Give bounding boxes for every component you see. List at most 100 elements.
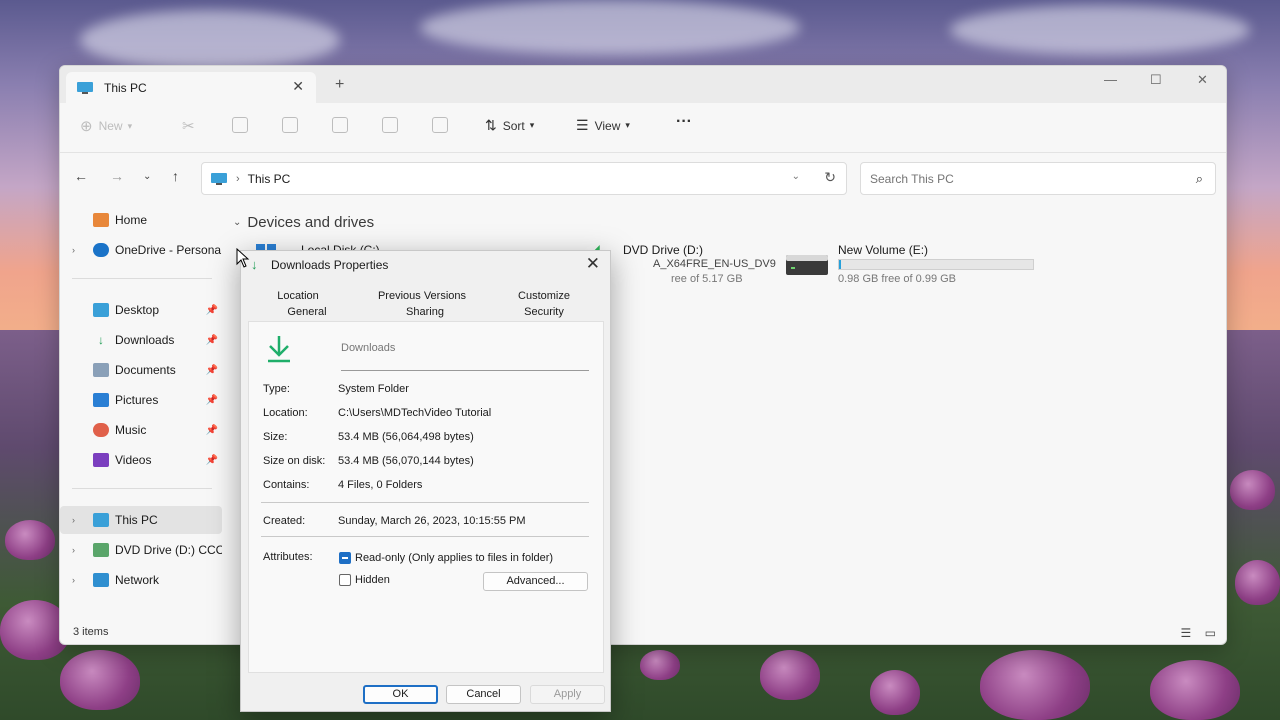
recent-locations-button[interactable]: ⌄ [143, 171, 151, 182]
cancel-button[interactable]: Cancel [446, 685, 521, 704]
sidebar-item-this-pc[interactable]: › This PC [60, 506, 222, 534]
search-box[interactable]: ⌕ [860, 162, 1216, 195]
sidebar-item-label: Downloads [115, 333, 175, 347]
sort-label: Sort [502, 118, 525, 133]
expand-chevron-icon[interactable]: › [72, 515, 75, 525]
sidebar-item-videos[interactable]: Videos 📌 [60, 446, 222, 474]
address-bar[interactable]: › This PC ⌄ ↻ [201, 162, 847, 195]
delete-button[interactable] [432, 117, 454, 133]
minimize-button[interactable]: — [1104, 72, 1117, 87]
collapse-chevron-icon: ⌄ [233, 217, 242, 228]
sidebar-item-desktop[interactable]: Desktop 📌 [60, 296, 222, 324]
folder-name-field[interactable]: Downloads [341, 342, 395, 354]
close-tab-icon[interactable]: ✕ [292, 78, 304, 95]
tab-location[interactable]: Location [239, 290, 357, 302]
sidebar-item-home[interactable]: Home [60, 206, 222, 234]
pin-icon[interactable]: 📌 [206, 305, 218, 316]
maximize-button[interactable]: ☐ [1150, 72, 1162, 88]
sidebar-item-network[interactable]: › Network [60, 566, 222, 594]
sidebar-item-label: DVD Drive (D:) CCC [115, 543, 222, 557]
details-view-icon[interactable]: ☰ [1181, 626, 1192, 640]
tab-this-pc[interactable]: This PC ✕ [66, 72, 316, 103]
sidebar-item-dvd-drive[interactable]: › DVD Drive (D:) CCC [60, 536, 222, 564]
paste-button[interactable] [282, 117, 304, 133]
expand-chevron-icon[interactable]: › [72, 545, 75, 555]
search-input[interactable] [870, 171, 1170, 186]
tab-customize[interactable]: Customize [485, 290, 603, 302]
cut-button[interactable]: ✂ [182, 117, 195, 135]
section-header[interactable]: ⌄ Devices and drives [233, 214, 374, 231]
flower [980, 650, 1090, 720]
ok-button[interactable]: OK [363, 685, 438, 704]
scissors-icon: ✂ [182, 118, 195, 135]
copy-icon [232, 117, 248, 133]
download-folder-icon [268, 336, 290, 363]
command-bar: ⊕ New ▾ ✂ ⇅ Sort ▾ ☰ View ▾ ··· [60, 103, 1226, 153]
sidebar-item-documents[interactable]: Documents 📌 [60, 356, 222, 384]
download-icon: ↓ [98, 333, 104, 347]
sidebar-item-downloads[interactable]: ↓ Downloads 📌 [60, 326, 222, 354]
pin-icon[interactable]: 📌 [206, 425, 218, 436]
tab-security[interactable]: Security [485, 306, 603, 318]
up-button[interactable]: ↑ [172, 168, 179, 184]
rename-button[interactable] [332, 117, 354, 133]
sort-button[interactable]: ⇅ Sort ▾ [485, 117, 534, 134]
drive-name: New Volume (E:) [838, 243, 929, 257]
sidebar-item-label: Pictures [115, 393, 159, 407]
flower [640, 650, 680, 680]
advanced-button[interactable]: Advanced... [483, 572, 588, 591]
folder-name-underline [341, 370, 589, 371]
drive-free-space: ree of 5.17 GB [671, 273, 743, 285]
monitor-icon [77, 81, 93, 94]
tab-general[interactable]: General [248, 306, 366, 318]
new-tab-button[interactable]: + [335, 76, 344, 94]
sidebar-item-onedrive[interactable]: › OneDrive - Persona [60, 236, 222, 264]
pin-icon[interactable]: 📌 [206, 395, 218, 406]
dvd-icon [93, 543, 109, 557]
share-button[interactable] [382, 117, 404, 133]
sidebar-item-label: Network [115, 573, 160, 587]
pictures-icon [93, 393, 109, 407]
more-options-button[interactable]: ··· [676, 113, 692, 131]
tab-title: This PC [104, 80, 147, 95]
trash-icon [432, 117, 448, 133]
sidebar-item-music[interactable]: Music 📌 [60, 416, 222, 444]
item-count: 3 items [73, 626, 109, 638]
search-icon[interactable]: ⌕ [1196, 171, 1203, 187]
view-button[interactable]: ☰ View ▾ [576, 117, 630, 134]
readonly-checkbox[interactable] [339, 552, 351, 564]
contains-label: Contains: [263, 479, 310, 491]
expand-chevron-icon[interactable]: › [72, 575, 75, 585]
drive-name: DVD Drive (D:) [623, 243, 703, 257]
copy-button[interactable] [232, 117, 254, 133]
flower [870, 670, 920, 715]
paste-icon [282, 117, 298, 133]
new-button[interactable]: ⊕ New ▾ [80, 117, 132, 135]
tab-sharing[interactable]: Sharing [366, 306, 484, 318]
drive-e[interactable]: New Volume (E:) 0.98 GB free of 0.99 GB [775, 243, 1035, 293]
pin-icon[interactable]: 📌 [206, 335, 218, 346]
type-value: System Folder [338, 383, 409, 395]
expand-chevron-icon[interactable]: › [72, 245, 75, 255]
sidebar-item-pictures[interactable]: Pictures 📌 [60, 386, 222, 414]
pin-icon[interactable]: 📌 [206, 455, 218, 466]
home-icon [93, 213, 109, 227]
sidebar-item-label: Music [115, 423, 147, 437]
close-dialog-button[interactable]: ✕ [586, 254, 600, 274]
tiles-view-icon[interactable]: ▭ [1205, 626, 1216, 640]
tab-previous-versions[interactable]: Previous Versions [363, 290, 481, 302]
hidden-checkbox[interactable] [339, 574, 351, 586]
refresh-icon[interactable]: ↻ [824, 169, 836, 186]
breadcrumb[interactable]: This PC [248, 172, 291, 186]
close-window-button[interactable]: ✕ [1197, 72, 1208, 88]
chevron-down-icon[interactable]: ⌄ [792, 171, 800, 182]
contains-value: 4 Files, 0 Folders [338, 479, 423, 491]
monitor-icon [93, 513, 109, 527]
chevron-down-icon: ▾ [529, 120, 535, 130]
pin-icon[interactable]: 📌 [206, 365, 218, 376]
size-value: 53.4 MB (56,064,498 bytes) [338, 431, 474, 443]
apply-button[interactable]: Apply [530, 685, 605, 704]
back-button[interactable]: ← [74, 168, 88, 184]
cloud [950, 5, 1250, 55]
forward-button[interactable]: → [110, 168, 124, 184]
